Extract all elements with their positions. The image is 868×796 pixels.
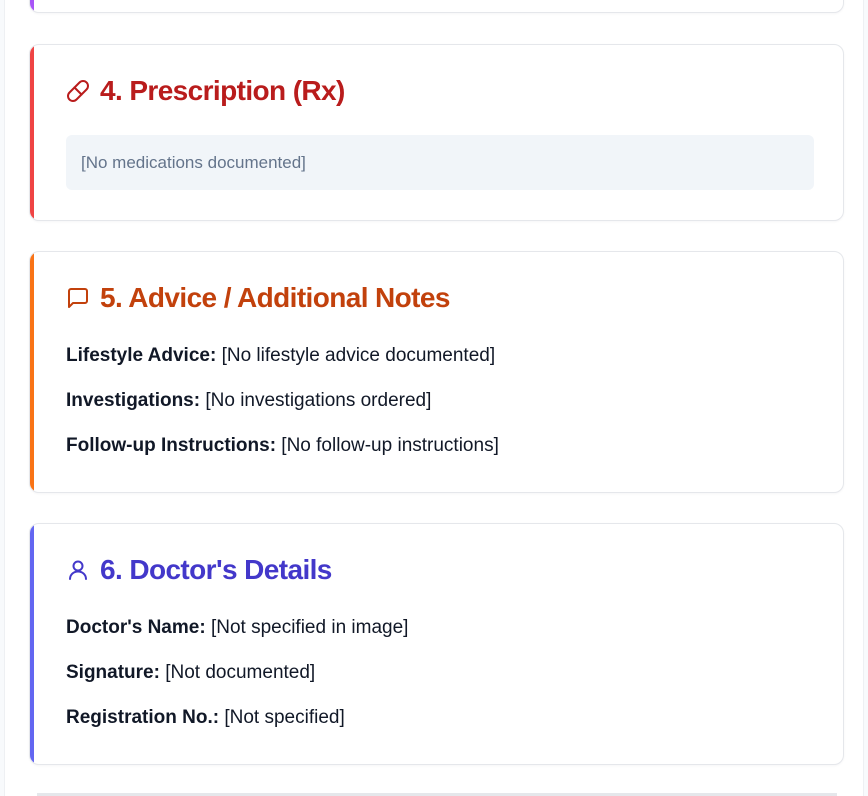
field-label: Lifestyle Advice:	[66, 345, 217, 366]
field-label: Signature:	[66, 662, 160, 683]
pill-icon	[66, 79, 90, 103]
field-value: [No lifestyle advice documented]	[216, 345, 496, 366]
advice-section-title: 5. Advice / Additional Notes	[100, 282, 450, 313]
field-label: Doctor's Name:	[66, 617, 206, 638]
field-value: [Not specified]	[219, 707, 345, 728]
advice-section-card: 5. Advice / Additional Notes Lifestyle A…	[29, 251, 844, 493]
follow-up-field: Follow-up Instructions: [No follow-up in…	[66, 435, 499, 457]
message-square-icon	[66, 286, 90, 310]
advice-section-header: 5. Advice / Additional Notes	[66, 282, 450, 314]
prescription-section-card: 4. Prescription (Rx) [No medications doc…	[29, 44, 844, 221]
signature-field: Signature: [Not documented]	[66, 662, 315, 684]
prescription-empty-state: [No medications documented]	[66, 135, 814, 190]
field-label: Follow-up Instructions:	[66, 435, 277, 456]
report-page: 4. Prescription (Rx) [No medications doc…	[4, 0, 864, 796]
field-label: Registration No.:	[66, 707, 220, 728]
doctor-section-card: 6. Doctor's Details Doctor's Name: [Not …	[29, 523, 844, 765]
registration-field: Registration No.: [Not specified]	[66, 707, 345, 729]
doctor-section-title: 6. Doctor's Details	[100, 554, 332, 585]
prescription-section-header: 4. Prescription (Rx)	[66, 75, 345, 107]
field-value: [Not documented]	[159, 662, 316, 683]
user-icon	[66, 558, 90, 582]
field-label: Investigations:	[66, 390, 201, 411]
field-value: [No investigations ordered]	[200, 390, 432, 411]
previous-section-card	[29, 0, 844, 13]
investigations-field: Investigations: [No investigations order…	[66, 390, 431, 412]
doctor-section-header: 6. Doctor's Details	[66, 554, 332, 586]
prescription-section-title: 4. Prescription (Rx)	[100, 75, 345, 106]
field-value: [No follow-up instructions]	[276, 435, 499, 456]
doctor-name-field: Doctor's Name: [Not specified in image]	[66, 617, 408, 639]
lifestyle-advice-field: Lifestyle Advice: [No lifestyle advice d…	[66, 345, 495, 367]
field-value: [Not specified in image]	[205, 617, 409, 638]
